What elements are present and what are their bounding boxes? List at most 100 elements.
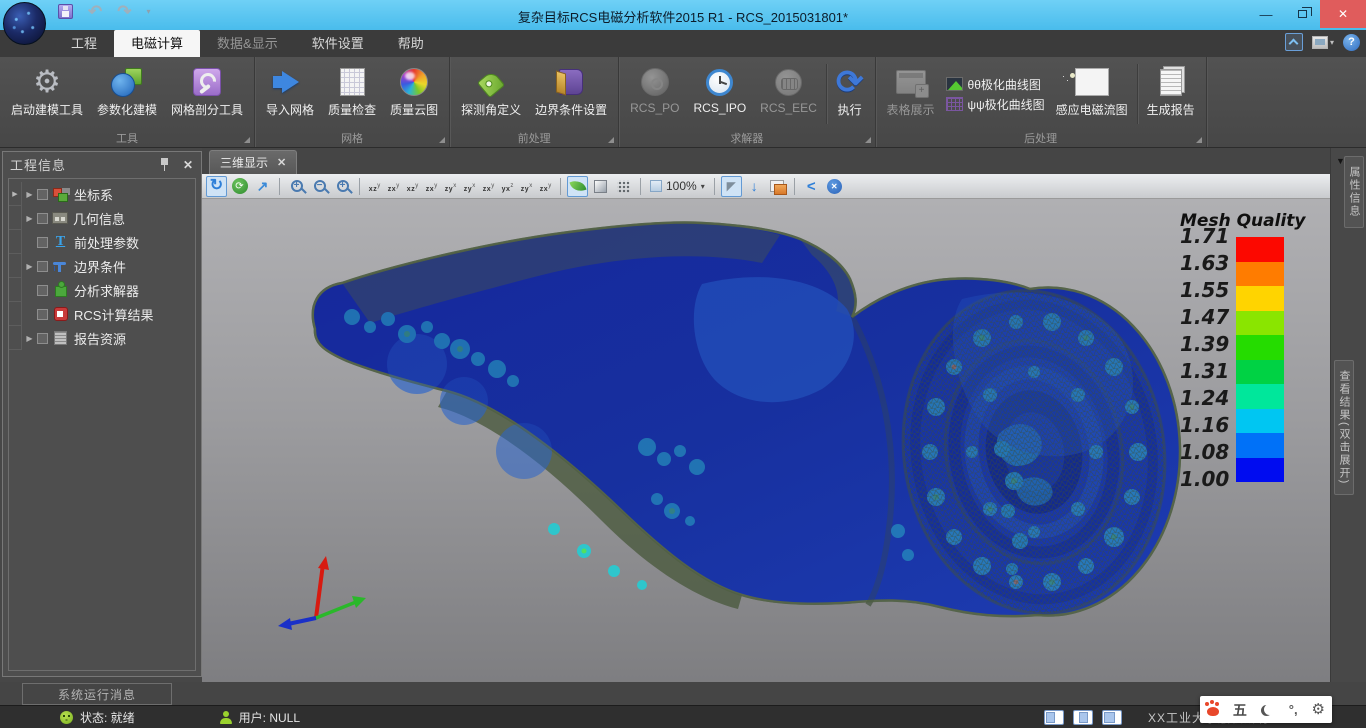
view-preset-icon[interactable]: zxy	[423, 177, 440, 196]
download-view-icon[interactable]: ↓	[744, 176, 765, 197]
launch-modeling-button[interactable]: ⚙启动建模工具	[4, 60, 90, 128]
tree-item-preprocess[interactable]: T前处理参数	[9, 230, 195, 254]
theta-curve-button[interactable]: θθ极化曲线图	[946, 76, 1045, 93]
generate-report-button[interactable]: 生成报告	[1140, 60, 1202, 128]
zoom-fit-icon[interactable]: +	[332, 176, 353, 197]
legend-values: 1.71 1.63 1.55 1.47 1.39 1.31 1.24 1.16 …	[1180, 223, 1236, 493]
tree-item-boundary[interactable]: ▶边界条件	[9, 254, 195, 278]
expand-icon[interactable]: ▶	[22, 334, 37, 343]
view-preset-icon[interactable]: zyx	[518, 177, 535, 196]
tab-3d-view[interactable]: 三维显示✕	[209, 150, 297, 174]
tree-item-geometry[interactable]: ▶几何信息	[9, 206, 195, 230]
ime-punct-icon[interactable]: °,	[1289, 702, 1298, 717]
induced-current-button[interactable]: 感应电磁流图	[1049, 60, 1135, 128]
group-expander-icon[interactable]	[439, 137, 445, 143]
viewport-toolbar: ↻ ⟳ ↗ + − + xzy zxy xzy zxy zyx zyx zxy …	[202, 174, 1330, 199]
clear-view-icon[interactable]: ✕	[824, 176, 845, 197]
ime-settings-gear-icon[interactable]: ⚙	[1312, 702, 1325, 717]
minimize-button[interactable]: —	[1248, 0, 1284, 28]
tag-icon	[477, 70, 505, 98]
tree-item-coordinate[interactable]: ▶▶坐标系	[9, 182, 195, 206]
tab-close-icon[interactable]: ✕	[277, 156, 286, 169]
ime-logo-paw-icon[interactable]	[1207, 707, 1219, 716]
ime-moon-icon[interactable]	[1264, 704, 1275, 715]
expand-icon[interactable]: ▶	[22, 190, 37, 199]
tree-item-solver[interactable]: 分析求解器	[9, 278, 195, 302]
quality-check-button[interactable]: 质量检查	[321, 60, 383, 128]
import-mesh-button[interactable]: 导入网格	[259, 60, 321, 128]
rcs-ipo-button[interactable]: RCS_IPO	[686, 60, 753, 128]
rcs-eec-button[interactable]: RCS_EEC	[753, 60, 824, 128]
checkbox[interactable]	[37, 237, 48, 248]
view-preset-icon[interactable]: xzy	[404, 177, 421, 196]
layout-wide-icon[interactable]	[1102, 710, 1122, 725]
ime-mode-label[interactable]: 五	[1233, 700, 1247, 720]
psi-curve-button[interactable]: ψψ极化曲线图	[946, 96, 1045, 113]
probe-angle-button[interactable]: 探测角定义	[454, 60, 528, 128]
group-expander-icon[interactable]	[244, 137, 250, 143]
table-display-button[interactable]: 表格展示	[880, 60, 942, 128]
smooth-shade-icon[interactable]	[567, 176, 588, 197]
rotate-icon[interactable]: ↻	[206, 176, 227, 197]
zoom-out-icon[interactable]: −	[309, 176, 330, 197]
help-icon[interactable]: ?	[1343, 34, 1360, 51]
checkbox[interactable]	[37, 309, 48, 320]
curve-chart-icon	[946, 77, 963, 91]
orbit-refresh-icon[interactable]: ⟳	[229, 176, 250, 197]
boundary-settings-button[interactable]: 边界条件设置	[528, 60, 614, 128]
group-expander-icon[interactable]	[1196, 137, 1202, 143]
panel-close-icon[interactable]: ✕	[183, 158, 194, 172]
model-3d[interactable]	[202, 199, 1330, 682]
pin-icon[interactable]	[160, 158, 169, 171]
viewport-3d[interactable]: Mesh Quality 1.71 1.63 1.55 1.47 1.39 1.…	[202, 199, 1330, 682]
group-expander-icon[interactable]	[865, 137, 871, 143]
rcs-po-button[interactable]: RCS_PO	[623, 60, 686, 128]
checkbox[interactable]	[37, 285, 48, 296]
copy-view-icon[interactable]	[767, 176, 788, 197]
tab-em-compute[interactable]: 电磁计算	[114, 30, 200, 57]
menu-right-tools: ▾ ?	[1285, 33, 1360, 51]
expand-icon[interactable]: ▶	[22, 214, 37, 223]
checkbox[interactable]	[37, 189, 48, 200]
view-results-tab[interactable]: 查看结果(双击展开)	[1334, 360, 1354, 495]
zoom-level-select[interactable]: 100%▾	[647, 179, 708, 193]
view-preset-icon[interactable]: zxy	[385, 177, 402, 196]
tab-settings[interactable]: 软件设置	[295, 30, 381, 57]
pan-arrow-icon[interactable]: ↗	[252, 176, 273, 197]
checkbox[interactable]	[37, 333, 48, 344]
view-preset-icon[interactable]: zyx	[442, 177, 459, 196]
collapse-ribbon-icon[interactable]	[1285, 33, 1303, 51]
parametric-modeling-button[interactable]: 参数化建模	[90, 60, 164, 128]
view-preset-icon[interactable]: zxy	[537, 177, 554, 196]
expand-icon[interactable]: ▶	[22, 262, 37, 271]
wrench-box-icon	[193, 68, 221, 96]
system-message-tab[interactable]: 系统运行消息	[22, 683, 172, 705]
quality-cloud-button[interactable]: 质量云图	[383, 60, 445, 128]
checkbox[interactable]	[37, 261, 48, 272]
property-info-tab[interactable]: 属性信息	[1344, 156, 1364, 228]
mesh-tool-button[interactable]: 网格剖分工具	[164, 60, 250, 128]
display-switch-icon[interactable]: ▾	[1312, 36, 1334, 49]
tab-data-display[interactable]: 数据&显示	[200, 30, 295, 57]
zoom-in-icon[interactable]: +	[286, 176, 307, 197]
execute-button[interactable]: ⟳执行	[829, 60, 871, 128]
flat-shade-icon[interactable]	[590, 176, 611, 197]
view-preset-icon[interactable]: zxy	[480, 177, 497, 196]
points-display-icon[interactable]	[613, 176, 634, 197]
restore-button[interactable]	[1284, 0, 1320, 28]
layout-left-icon[interactable]	[1044, 710, 1064, 725]
view-preset-icon[interactable]: yxz	[499, 177, 516, 196]
tree-item-report[interactable]: ▶报告资源	[9, 326, 195, 350]
tab-project[interactable]: 工程	[54, 30, 114, 57]
checkbox[interactable]	[37, 213, 48, 224]
share-icon[interactable]: <	[801, 176, 822, 197]
layout-center-icon[interactable]	[1073, 710, 1093, 725]
tree-item-rcs-result[interactable]: RCS计算结果	[9, 302, 195, 326]
app-logo-icon[interactable]	[3, 2, 46, 45]
select-region-icon[interactable]: ◤	[721, 176, 742, 197]
tab-help[interactable]: 帮助	[381, 30, 441, 57]
group-expander-icon[interactable]	[608, 137, 614, 143]
close-button[interactable]: ✕	[1320, 0, 1366, 28]
view-preset-icon[interactable]: zyx	[461, 177, 478, 196]
view-preset-icon[interactable]: xzy	[366, 177, 383, 196]
